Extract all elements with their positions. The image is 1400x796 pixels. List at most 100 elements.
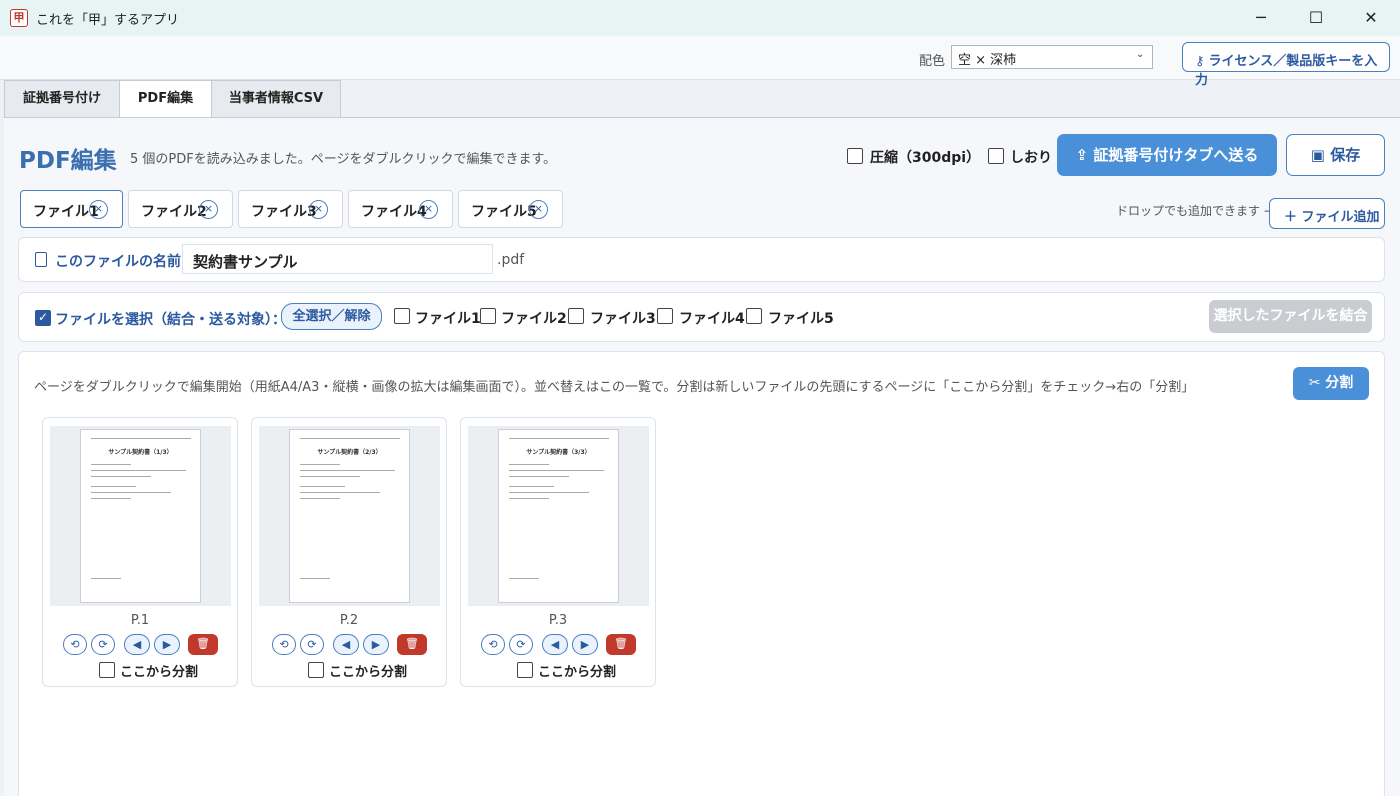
page-thumbnail-area: サンプル契約書（2/3）: [259, 426, 440, 606]
scissors-icon: ✂: [1308, 375, 1326, 391]
rotate-right-icon[interactable]: ⟳: [509, 634, 533, 655]
trash-icon[interactable]: 🗑: [397, 634, 427, 655]
file-checkbox-label: ファイル5: [768, 311, 834, 327]
move-right-icon[interactable]: ▶: [363, 634, 389, 655]
file-tab[interactable]: ファイル2 ×: [128, 190, 233, 228]
file-select-label: ファイルを選択（結合・送る対象）：: [55, 312, 286, 328]
app-icon: 甲: [10, 9, 28, 27]
page-thumbnail[interactable]: サンプル契約書（1/3）: [80, 429, 201, 603]
file-tab-label: ファイル5: [471, 204, 537, 220]
close-icon[interactable]: ×: [199, 200, 218, 219]
maximize-button[interactable]: ☐: [1293, 0, 1339, 36]
file-tab[interactable]: ファイル4 ×: [348, 190, 453, 228]
file-checkbox[interactable]: [394, 308, 410, 324]
license-button-label: ライセンス／製品版キーを入力: [1195, 54, 1378, 88]
rotate-left-icon[interactable]: ⟲: [272, 634, 296, 655]
drop-hint: ドロップでも追加できます →: [1116, 204, 1274, 218]
rotate-right-icon[interactable]: ⟳: [91, 634, 115, 655]
file-checkbox-label: ファイル3: [590, 311, 656, 327]
page-card[interactable]: サンプル契約書（1/3） P.1 ⟲ ⟳ ◀ ▶ 🗑 ここから分割: [42, 417, 238, 687]
page-number: P.1: [130, 613, 150, 628]
thumbnail-title: サンプル契約書（3/3）: [526, 449, 591, 456]
bookmark-checkbox[interactable]: [988, 148, 1004, 164]
close-icon[interactable]: ×: [419, 200, 438, 219]
file-checkbox-label: ファイル4: [679, 311, 745, 327]
file-checkbox-label: ファイル1: [415, 311, 481, 327]
move-left-icon[interactable]: ◀: [542, 634, 568, 655]
file-select-checkbox[interactable]: ✓: [35, 310, 51, 326]
close-icon[interactable]: ×: [529, 200, 548, 219]
bookmark-label: しおり: [1010, 150, 1052, 166]
close-icon[interactable]: ×: [309, 200, 328, 219]
split-button-label: 分割: [1325, 375, 1354, 391]
page-thumbnail[interactable]: サンプル契約書（2/3）: [289, 429, 410, 603]
page-thumbnail-area: サンプル契約書（1/3）: [50, 426, 231, 606]
move-right-icon[interactable]: ▶: [572, 634, 598, 655]
thumbnail-title: サンプル契約書（1/3）: [108, 449, 173, 456]
tab-pdf-edit[interactable]: PDF編集: [119, 80, 212, 118]
chevron-down-icon: ⌄: [1136, 49, 1145, 60]
merge-files-button[interactable]: 選択したファイルを結合: [1209, 300, 1372, 333]
split-here-checkbox[interactable]: [99, 662, 115, 678]
save-button-label: 保存: [1330, 146, 1361, 164]
move-left-icon[interactable]: ◀: [124, 634, 150, 655]
page-number: P.3: [548, 613, 568, 628]
status-text: 5 個のPDFを読み込みました。ページをダブルクリックで編集できます。: [130, 152, 557, 167]
rotate-left-icon[interactable]: ⟲: [481, 634, 505, 655]
thumbnail-title: サンプル契約書（2/3）: [317, 449, 382, 456]
rotate-right-icon[interactable]: ⟳: [300, 634, 324, 655]
trash-icon[interactable]: 🗑: [606, 634, 636, 655]
close-window-button[interactable]: ✕: [1348, 0, 1394, 36]
file-tab[interactable]: ファイル3 ×: [238, 190, 343, 228]
move-left-icon[interactable]: ◀: [333, 634, 359, 655]
file-extension: .pdf: [497, 252, 525, 268]
file-tab-label: ファイル2: [141, 204, 207, 220]
document-icon: [35, 252, 47, 267]
add-file-button[interactable]: ＋ ファイル追加: [1269, 198, 1385, 229]
split-here-label: ここから分割: [329, 665, 408, 680]
file-name-label: このファイルの名前：: [55, 254, 195, 270]
tab-party-csv[interactable]: 当事者情報CSV: [211, 80, 341, 118]
color-scheme-label: 配色: [919, 54, 946, 69]
file-checkbox[interactable]: [480, 308, 496, 324]
window-title: これを「甲」するアプリ: [36, 13, 180, 28]
page-title: PDF編集: [19, 148, 117, 174]
color-scheme-select[interactable]: 空 × 深柿: [951, 45, 1153, 69]
file-checkbox[interactable]: [568, 308, 584, 324]
minimize-button[interactable]: ─: [1238, 0, 1284, 36]
file-checkbox-label: ファイル2: [501, 311, 567, 327]
compress-label: 圧縮（300dpi）: [870, 150, 981, 166]
key-icon: ⚷: [1195, 54, 1205, 69]
close-icon[interactable]: ×: [89, 200, 108, 219]
page-number: P.2: [339, 613, 359, 628]
page-thumbnail-area: サンプル契約書（3/3）: [468, 426, 649, 606]
send-button-label: 証拠番号付けタブへ送る: [1093, 146, 1259, 164]
page-card[interactable]: サンプル契約書（2/3） P.2 ⟲ ⟳ ◀ ▶ 🗑 ここから分割: [251, 417, 447, 687]
save-button[interactable]: ▣ 保存: [1286, 134, 1385, 176]
floppy-disk-icon: ▣: [1310, 146, 1331, 164]
file-tab[interactable]: ファイル1 ×: [20, 190, 123, 228]
split-here-label: ここから分割: [538, 665, 617, 680]
select-all-button[interactable]: 全選択／解除: [281, 303, 382, 330]
page-card[interactable]: サンプル契約書（3/3） P.3 ⟲ ⟳ ◀ ▶ 🗑 ここから分割: [460, 417, 656, 687]
split-here-label: ここから分割: [120, 665, 199, 680]
license-key-button[interactable]: ⚷ ライセンス／製品版キーを入力: [1182, 42, 1390, 88]
rotate-left-icon[interactable]: ⟲: [63, 634, 87, 655]
compress-checkbox[interactable]: [847, 148, 863, 164]
file-checkbox[interactable]: [746, 308, 762, 324]
split-here-checkbox[interactable]: [308, 662, 324, 678]
split-here-checkbox[interactable]: [517, 662, 533, 678]
move-right-icon[interactable]: ▶: [154, 634, 180, 655]
send-to-evidence-tab-button[interactable]: ⇪ 証拠番号付けタブへ送る: [1057, 134, 1277, 176]
file-tab[interactable]: ファイル5 ×: [458, 190, 563, 228]
tab-evidence-numbering[interactable]: 証拠番号付け: [4, 80, 120, 118]
split-button[interactable]: ✂ 分割: [1293, 367, 1369, 400]
file-checkbox[interactable]: [657, 308, 673, 324]
file-tab-label: ファイル3: [251, 204, 317, 220]
page-thumbnail[interactable]: サンプル契約書（3/3）: [498, 429, 619, 603]
instructions-text: ページをダブルクリックで編集開始（用紙A4/A3・縦横・画像の拡大は編集画面で）…: [34, 380, 1195, 395]
file-tab-label: ファイル4: [361, 204, 427, 220]
file-name-input[interactable]: 契約書サンプル: [182, 244, 493, 274]
trash-icon[interactable]: 🗑: [188, 634, 218, 655]
upload-icon: ⇪: [1075, 146, 1094, 164]
